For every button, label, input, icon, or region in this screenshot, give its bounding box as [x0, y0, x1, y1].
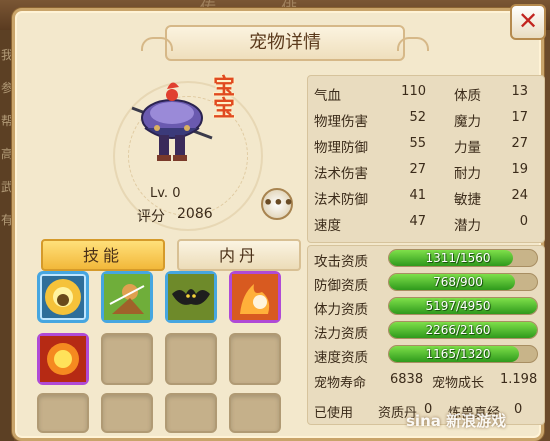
stat-label-endurance: 耐力	[454, 166, 481, 182]
score-value: 2086	[177, 206, 213, 222]
stat-value-magic: 17	[511, 110, 528, 125]
stat-label-hp: 气血	[314, 88, 341, 104]
stat-label-mag-def: 法术防御	[314, 192, 368, 208]
stat-value-agility: 24	[511, 188, 528, 203]
pet-level: Lv. 0	[150, 186, 181, 201]
stat-value-potential: 0	[519, 214, 528, 229]
aptitude-value-mana: 2266/2160	[425, 323, 491, 337]
stat-label-phys-atk: 物理伤害	[314, 114, 368, 130]
aptitude-value-attack: 1311/1560	[425, 251, 491, 265]
panel-title: 宠物详情	[141, 25, 429, 61]
pet-detail-panel: 宠物详情 宝宝 Lv. 0 评分 2086 ••• 技能 内丹 气血 110 物…	[12, 8, 545, 441]
stat-value-speed: 47	[409, 214, 426, 229]
skill-slot-empty[interactable]	[101, 393, 153, 433]
green-warrior-icon	[104, 274, 150, 320]
aptitude-label-defense: 防御资质	[314, 278, 368, 294]
aptitude-bar-mana: 2266/2160	[388, 321, 538, 339]
lifespan-label: 宠物寿命	[314, 376, 367, 391]
lifespan-value: 6838	[390, 372, 424, 387]
aptitude-bar-attack: 1311/1560	[388, 249, 538, 267]
aptitude-bar-stamina: 5197/4950	[388, 297, 538, 315]
bat-icon	[168, 274, 214, 320]
stat-label-speed: 速度	[314, 218, 341, 234]
aptitude-bar-defense: 768/900	[388, 273, 538, 291]
flame-burst-icon	[40, 336, 86, 382]
stat-label-magic: 魔力	[454, 114, 481, 130]
tab-inner-core[interactable]: 内丹	[177, 239, 301, 271]
aptitude-value-speed: 1165/1320	[425, 347, 491, 361]
aptitude-value-defense: 768/900	[433, 275, 483, 289]
used-label: 已使用	[314, 406, 354, 421]
stat-value-phys-atk: 52	[409, 110, 426, 125]
skill-slot-3[interactable]	[165, 271, 217, 323]
stat-value-mag-def: 41	[409, 188, 426, 203]
watermark-logo: sina 新浪游戏	[406, 412, 507, 430]
growth-label: 宠物成长	[432, 376, 485, 391]
stat-label-strength: 力量	[454, 140, 481, 156]
growth-value: 1.198	[500, 372, 538, 387]
skill-slot-2[interactable]	[101, 271, 153, 323]
pet-figure[interactable]	[127, 73, 217, 173]
fire-beast-icon	[232, 274, 278, 320]
skill-slot-empty[interactable]	[165, 393, 217, 433]
skill-slot-empty[interactable]	[229, 393, 281, 433]
stat-label-mag-atk: 法术伤害	[314, 166, 368, 182]
aptitude-label-stamina: 体力资质	[314, 302, 368, 318]
skill-slot-4[interactable]	[229, 271, 281, 323]
skill-slot-empty[interactable]	[37, 393, 89, 433]
aptitude-label-speed: 速度资质	[314, 350, 368, 366]
golden-spirit-icon	[45, 279, 81, 315]
chat-bubble-button[interactable]: •••	[261, 188, 294, 220]
stat-value-constitution: 13	[511, 84, 528, 99]
skill-slot-empty[interactable]	[101, 333, 153, 385]
aptitude-label-attack: 攻击资质	[314, 254, 368, 270]
skill-slot-1[interactable]	[37, 271, 89, 323]
skill-slot-empty[interactable]	[165, 333, 217, 385]
aptitude-bar-speed: 1165/1320	[388, 345, 538, 363]
stat-label-agility: 敏捷	[454, 192, 481, 208]
beast-manual-value: 0	[514, 402, 523, 417]
baby-badge: 宝宝	[213, 75, 236, 122]
aptitude-label-mana: 法力资质	[314, 326, 368, 342]
stat-value-endurance: 19	[511, 162, 528, 177]
close-button[interactable]: ✕	[510, 4, 546, 40]
score-label: 评分	[137, 209, 165, 225]
tab-skills[interactable]: 技能	[41, 239, 165, 271]
stat-value-hp: 110	[401, 84, 426, 99]
skill-slot-empty[interactable]	[229, 333, 281, 385]
stat-value-mag-atk: 27	[409, 162, 426, 177]
stat-label-constitution: 体质	[454, 88, 481, 104]
attribute-panel: 气血 110 物理伤害 52 物理防御 55 法术伤害 27 法术防御 41 速…	[307, 75, 545, 243]
aptitude-value-stamina: 5197/4950	[425, 299, 491, 313]
aptitude-panel: 攻击资质 1311/1560 防御资质 768/900 体力资质 5197/49…	[307, 245, 545, 425]
skill-slot-5[interactable]	[37, 333, 89, 385]
stat-value-phys-def: 55	[409, 136, 426, 151]
stat-label-potential: 潜力	[454, 218, 481, 234]
stat-value-strength: 27	[511, 136, 528, 151]
stat-label-phys-def: 物理防御	[314, 140, 368, 156]
